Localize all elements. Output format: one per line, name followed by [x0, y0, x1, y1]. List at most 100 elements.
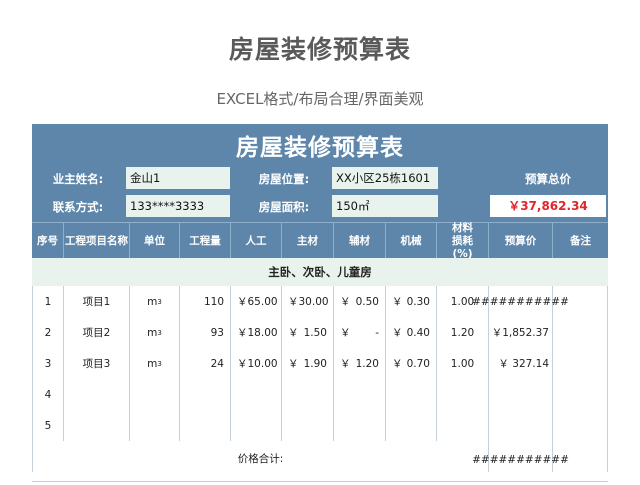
cell-machinery[interactable]: ￥ 0.40	[386, 317, 437, 348]
cell-note[interactable]	[553, 317, 608, 348]
cell-qty[interactable]: 93	[180, 317, 231, 348]
cell-qty[interactable]: 24	[180, 348, 231, 379]
table-row[interactable]: 3 项目3 m3 24 ￥ 10.00 ￥ 1.90 ￥ 1.20 ￥ 0.70 1.0…	[32, 348, 608, 380]
cell-unit[interactable]	[130, 410, 180, 441]
cell-budget[interactable]	[489, 379, 553, 410]
cell-budget[interactable]: ￥ 327.14	[489, 348, 553, 379]
main-material-value: 1.50	[303, 326, 327, 339]
cell-qty[interactable]: 110	[180, 286, 231, 317]
cell-loss[interactable]	[437, 410, 489, 441]
cell-qty[interactable]	[180, 379, 231, 410]
owner-value-cell[interactable]: 金山1	[126, 167, 230, 189]
cell-unit[interactable]: m3	[130, 317, 180, 348]
unit-superscript: 3	[157, 297, 162, 306]
location-value-cell[interactable]: XX小区25栋1601	[332, 167, 438, 189]
cell-no[interactable]: 4	[32, 379, 64, 410]
page-subtitle: EXCEL格式/布局合理/界面美观	[216, 90, 424, 108]
cell-note[interactable]	[553, 379, 608, 410]
budget-total-value[interactable]: ￥37,862.34	[490, 195, 606, 217]
cell-machinery[interactable]	[386, 379, 437, 410]
cell-main-material[interactable]	[282, 379, 334, 410]
sum-note-cell[interactable]	[553, 441, 608, 472]
table-row[interactable]: 1 项目1 m3 110 ￥ 65.00 ￥ 30.00 ￥ 0.50 ￥ 0.30 1…	[32, 286, 608, 318]
cell-main-material[interactable]: ￥ 1.90	[282, 348, 334, 379]
cell-no[interactable]: 1	[32, 286, 64, 317]
col-header-budget[interactable]: 预算价	[489, 223, 553, 259]
col-header-aux-material[interactable]: 辅材	[334, 223, 386, 259]
cell-labor[interactable]	[231, 410, 282, 441]
cell-note[interactable]	[553, 348, 608, 379]
col-header-name[interactable]: 工程项目名称	[64, 223, 130, 259]
cell-budget[interactable]: ###########	[472, 286, 569, 317]
cell-name[interactable]: 项目3	[64, 348, 130, 379]
main-material-value: 30.00	[298, 295, 329, 308]
machinery-value: 0.30	[406, 295, 430, 308]
cell-unit[interactable]	[130, 379, 180, 410]
cell-budget[interactable]: ￥1,852.37	[489, 317, 553, 348]
col-header-unit[interactable]: 单位	[130, 223, 180, 259]
col-header-qty[interactable]: 工程量	[180, 223, 231, 259]
currency-symbol: ￥	[340, 296, 351, 308]
cell-qty[interactable]	[180, 410, 231, 441]
cell-labor[interactable]	[231, 379, 282, 410]
unit-text: m	[147, 357, 158, 370]
sum-value-cell[interactable]: ###########	[472, 441, 569, 472]
cell-loss[interactable]: 1.00	[437, 348, 489, 379]
cell-labor[interactable]: ￥ 65.00	[231, 286, 282, 317]
cell-name[interactable]	[64, 379, 130, 410]
contact-value-cell[interactable]: 133****3333	[126, 195, 230, 217]
cell-main-material[interactable]: ￥ 30.00	[282, 286, 334, 317]
cell-machinery[interactable]: ￥ 0.70	[386, 348, 437, 379]
sum-row[interactable]: 价格合计: ###########	[32, 441, 608, 482]
table-row[interactable]: 5	[32, 410, 608, 442]
cell-labor[interactable]: ￥ 10.00	[231, 348, 282, 379]
col-header-labor[interactable]: 人工	[231, 223, 282, 259]
currency-symbol: ￥	[340, 327, 351, 339]
cell-name[interactable]: 项目1	[64, 286, 130, 317]
cell-aux-material[interactable]: ￥ 1.20	[334, 348, 386, 379]
cell-machinery[interactable]: ￥ 0.30	[386, 286, 437, 317]
col-header-machinery[interactable]: 机械	[386, 223, 437, 259]
main-material-value: 1.90	[303, 357, 327, 370]
cell-loss[interactable]: 1.20	[437, 317, 489, 348]
machinery-value: 0.70	[406, 357, 430, 370]
cell-unit[interactable]: m3	[130, 348, 180, 379]
cell-labor[interactable]: ￥ 18.00	[231, 317, 282, 348]
aux-material-value: 0.50	[355, 295, 379, 308]
budget-sheet: 房屋装修预算表 业主姓名: 金山1 房屋位置: XX小区25栋1601 预算总价…	[32, 124, 608, 485]
cell-aux-material[interactable]	[334, 410, 386, 441]
sum-label-cell[interactable]: 价格合计:	[32, 441, 489, 472]
cell-no[interactable]: 2	[32, 317, 64, 348]
cell-note[interactable]	[553, 410, 608, 441]
cell-no[interactable]: 3	[32, 348, 64, 379]
cell-main-material[interactable]	[282, 410, 334, 441]
cell-budget[interactable]	[489, 410, 553, 441]
cell-note[interactable]	[553, 286, 608, 317]
cell-loss[interactable]	[437, 379, 489, 410]
col-header-loss[interactable]: 材料损耗(%)	[437, 222, 489, 260]
currency-symbol: ￥	[237, 327, 248, 339]
owner-label: 业主姓名:	[52, 172, 104, 186]
cell-machinery[interactable]	[386, 410, 437, 441]
col-header-note[interactable]: 备注	[553, 223, 608, 259]
cell-unit[interactable]: m3	[130, 286, 180, 317]
cell-aux-material[interactable]	[334, 379, 386, 410]
cell-main-material[interactable]: ￥ 1.50	[282, 317, 334, 348]
cell-name[interactable]	[64, 410, 130, 441]
aux-material-value: -	[375, 326, 379, 339]
currency-symbol: ￥	[340, 358, 351, 370]
cell-no[interactable]: 5	[32, 410, 64, 441]
cell-aux-material[interactable]: ￥ -	[334, 317, 386, 348]
cell-name[interactable]: 项目2	[64, 317, 130, 348]
table-row[interactable]: 4	[32, 379, 608, 411]
col-header-main-material[interactable]: 主材	[282, 223, 334, 259]
table-row[interactable]: 2 项目2 m3 93 ￥ 18.00 ￥ 1.50 ￥ - ￥ 0.40 1.20 ￥…	[32, 317, 608, 349]
labor-value: 18.00	[247, 326, 278, 339]
cell-aux-material[interactable]: ￥ 0.50	[334, 286, 386, 317]
col-header-no[interactable]: 序号	[32, 223, 64, 259]
section-row[interactable]: 主卧、次卧、儿童房	[32, 258, 608, 287]
currency-symbol: ￥	[392, 327, 403, 339]
area-value-cell[interactable]: 150㎡	[332, 195, 438, 217]
page-title: 房屋装修预算表	[228, 35, 411, 64]
currency-symbol: ￥	[237, 296, 248, 308]
